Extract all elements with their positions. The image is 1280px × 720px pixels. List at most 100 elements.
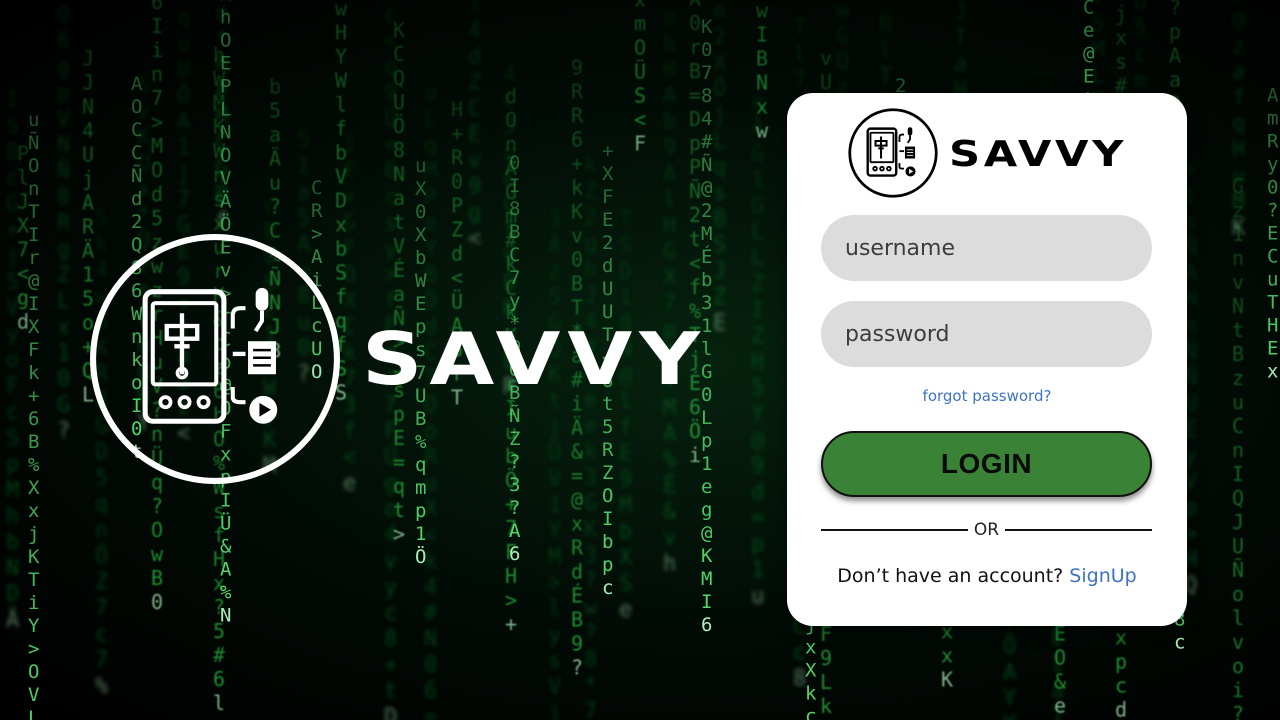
svg-text:u: u: [1232, 390, 1244, 414]
svg-text:O: O: [151, 518, 163, 542]
svg-text:z: z: [1232, 366, 1244, 390]
svg-text:j: j: [548, 701, 561, 720]
svg-text:0: 0: [571, 248, 583, 272]
svg-text:b: b: [663, 110, 676, 135]
svg-text:5: 5: [151, 206, 163, 230]
svg-text:8: 8: [701, 85, 712, 107]
svg-text:<: <: [451, 265, 463, 289]
card-brand-name: SAVVY: [949, 134, 1127, 173]
svg-text:0: 0: [689, 11, 701, 35]
svg-text:1: 1: [177, 136, 190, 161]
svg-text:=: =: [393, 450, 405, 474]
svg-text:?: ?: [509, 451, 520, 473]
svg-text:e: e: [619, 597, 632, 622]
svg-text:D: D: [335, 188, 347, 212]
svg-text:@: @: [751, 428, 764, 453]
svg-text:+: +: [384, 653, 397, 678]
svg-text:F: F: [634, 131, 646, 155]
svg-text:G: G: [584, 492, 597, 517]
svg-text:F: F: [602, 186, 613, 208]
svg-text:3: 3: [509, 474, 520, 496]
svg-text:X: X: [619, 545, 633, 570]
svg-text:<: <: [343, 445, 356, 470]
svg-text:T: T: [28, 569, 39, 591]
svg-text:Ö: Ö: [95, 543, 108, 569]
svg-text:p: p: [6, 452, 19, 477]
svg-text:Ö: Ö: [689, 419, 701, 443]
svg-text:0: 0: [57, 367, 70, 392]
svg-text:P: P: [220, 76, 231, 98]
svg-text:f: f: [689, 275, 701, 299]
svg-text:d: d: [468, 45, 481, 70]
svg-text:?: ?: [1267, 200, 1278, 222]
svg-text:j: j: [82, 166, 94, 190]
svg-text:p: p: [393, 402, 405, 426]
svg-text:X: X: [602, 163, 614, 185]
svg-text:x: x: [634, 0, 646, 11]
svg-text:h: h: [663, 552, 676, 577]
svg-text:O: O: [131, 96, 142, 118]
svg-text:B: B: [1232, 342, 1244, 366]
svg-text:@: @: [28, 270, 39, 292]
svg-text:o: o: [6, 348, 19, 373]
svg-text:N: N: [1232, 294, 1244, 318]
svg-text:C: C: [393, 42, 405, 66]
svg-text:U: U: [1232, 534, 1244, 558]
svg-text:Ä: Ä: [220, 190, 232, 213]
svg-text:i: i: [151, 38, 163, 62]
svg-text:C: C: [509, 244, 520, 266]
svg-text:d: d: [571, 560, 583, 584]
svg-text:B: B: [689, 59, 701, 83]
svg-text:l: l: [213, 691, 225, 715]
password-input[interactable]: [821, 301, 1152, 367]
username-input[interactable]: [821, 215, 1152, 281]
svg-text:x: x: [756, 94, 768, 118]
signup-link[interactable]: SignUp: [1069, 565, 1136, 587]
svg-text:2: 2: [713, 25, 726, 50]
svg-text:w: w: [756, 0, 769, 22]
svg-text:b: b: [269, 75, 281, 99]
svg-text:#: #: [424, 601, 438, 626]
login-button[interactable]: LOGIN: [821, 431, 1152, 497]
svg-text:Ü: Ü: [548, 440, 561, 466]
svg-text:1: 1: [1232, 222, 1244, 246]
svg-text:t: t: [689, 227, 701, 251]
svg-text:G: G: [663, 240, 676, 265]
svg-text:N: N: [6, 556, 19, 581]
forgot-password-link[interactable]: forgot password?: [787, 387, 1187, 405]
svg-text:o: o: [424, 81, 437, 106]
svg-text:O: O: [1054, 646, 1066, 670]
svg-text:p: p: [415, 500, 426, 522]
svg-text:o: o: [663, 6, 676, 31]
svg-text:I: I: [1232, 462, 1244, 486]
svg-text:y: y: [509, 290, 520, 312]
svg-text:+: +: [451, 121, 463, 145]
svg-text:z: z: [1232, 198, 1244, 222]
svg-text:q: q: [95, 492, 108, 517]
svg-text:M: M: [151, 134, 163, 158]
svg-text:h: h: [220, 7, 231, 29]
svg-text:B: B: [713, 207, 726, 232]
svg-text:?: ?: [584, 622, 597, 647]
svg-text:V: V: [548, 467, 561, 492]
svg-text:T: T: [1267, 292, 1278, 314]
svg-text:b: b: [663, 32, 676, 57]
svg-text:F: F: [6, 374, 19, 399]
svg-text:Ö: Ö: [393, 114, 405, 138]
svg-text:Y: Y: [751, 402, 764, 427]
svg-text:N: N: [82, 94, 94, 118]
svg-text:s: s: [548, 649, 561, 674]
svg-text:#: #: [213, 643, 225, 667]
svg-text:G: G: [57, 393, 70, 418]
svg-text:w: w: [756, 118, 769, 142]
svg-text:t: t: [1232, 318, 1244, 342]
signup-prompt: Don’t have an account?: [837, 565, 1070, 587]
svg-text:Ñ: Ñ: [28, 131, 39, 154]
svg-text:a: a: [393, 186, 405, 210]
svg-text:X: X: [28, 316, 40, 338]
svg-text:8: 8: [393, 138, 405, 162]
svg-text:Ö: Ö: [1134, 0, 1147, 16]
svg-text:Ö: Ö: [713, 76, 726, 102]
svg-text:7: 7: [793, 68, 806, 93]
svg-text:S: S: [713, 233, 726, 258]
